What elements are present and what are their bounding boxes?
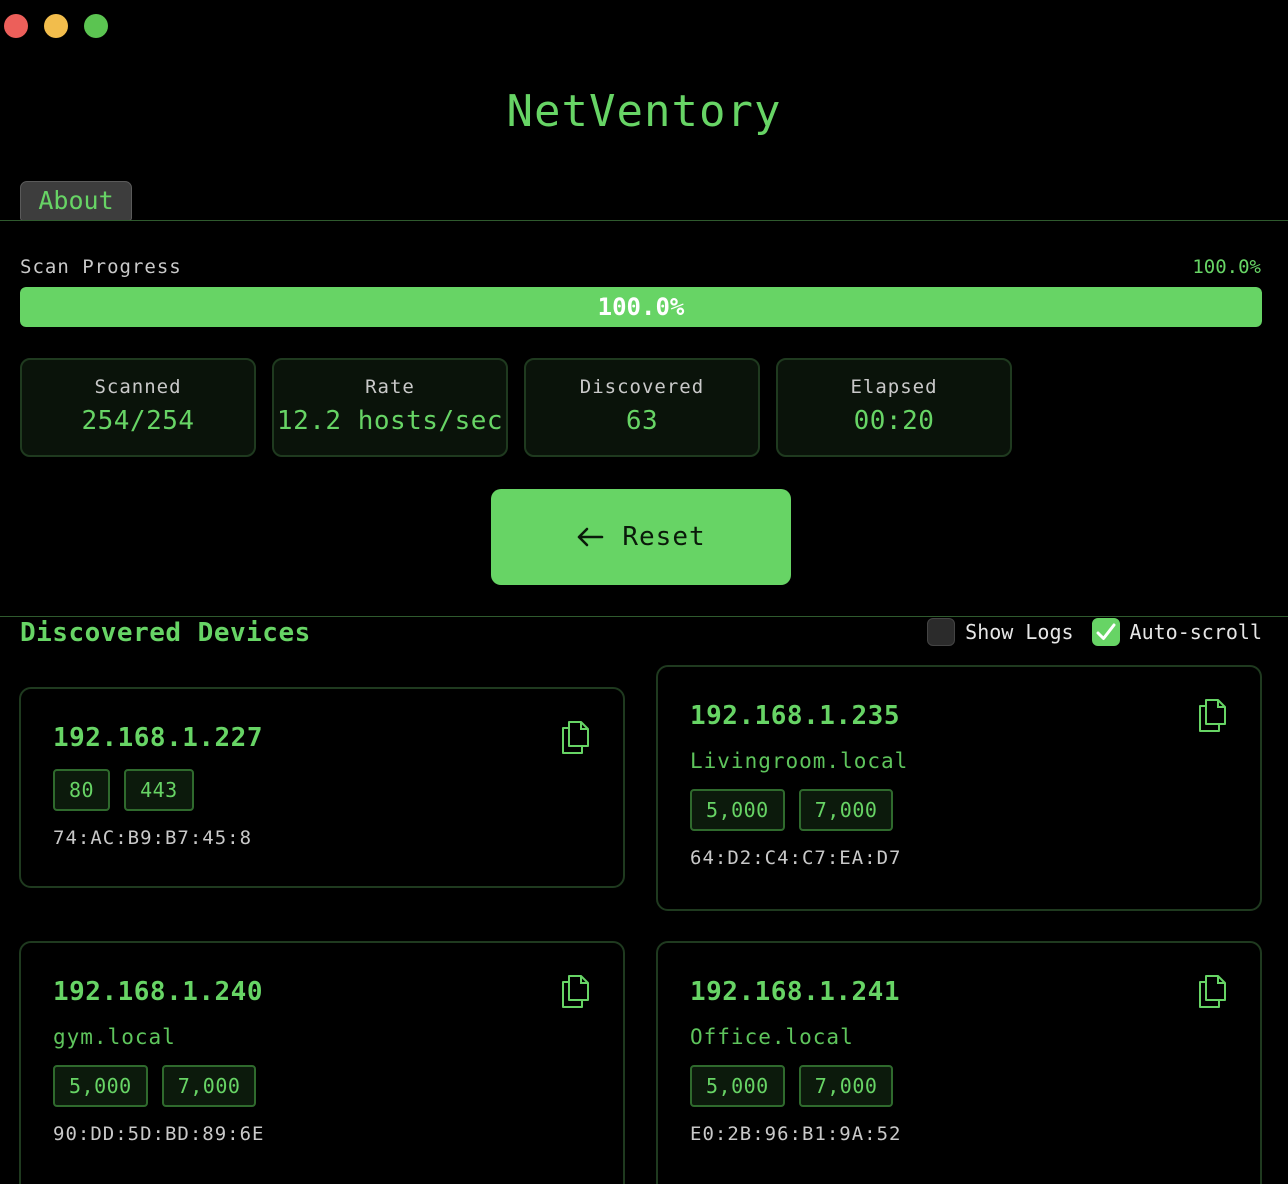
- view-options: Show Logs Auto-scroll: [927, 618, 1262, 646]
- progress-percent: 100.0%: [1192, 256, 1261, 278]
- maximize-window-button[interactable]: [84, 14, 108, 38]
- close-window-button[interactable]: [4, 14, 28, 38]
- copy-icon[interactable]: [1196, 973, 1228, 1009]
- device-ports: 5,000 7,000: [690, 789, 1228, 831]
- port-badge: 5,000: [690, 1065, 785, 1107]
- progress-bar: 100.0%: [20, 287, 1262, 327]
- stat-label: Scanned: [94, 376, 182, 398]
- device-ip: 192.168.1.241: [690, 977, 900, 1007]
- copy-icon[interactable]: [559, 719, 591, 755]
- stat-rate: Rate 12.2 hosts/sec: [272, 358, 508, 457]
- device-mac: 90:DD:5D:BD:89:6E: [53, 1123, 265, 1145]
- auto-scroll-label: Auto-scroll: [1129, 620, 1262, 644]
- stat-label: Discovered: [579, 376, 705, 398]
- show-logs-label: Show Logs: [965, 620, 1074, 644]
- devices-section-title: Discovered Devices: [20, 618, 311, 648]
- device-ports: 5,000 7,000: [690, 1065, 1228, 1107]
- device-ip: 192.168.1.240: [53, 977, 263, 1007]
- stat-label: Rate: [365, 376, 415, 398]
- device-card[interactable]: 192.168.1.241 Office.local 5,000 7,000 E…: [656, 941, 1262, 1184]
- port-badge: 5,000: [53, 1065, 148, 1107]
- device-hostname: Office.local: [690, 1025, 854, 1049]
- port-badge: 5,000: [690, 789, 785, 831]
- port-badge: 443: [124, 769, 194, 811]
- port-badge: 7,000: [161, 1065, 257, 1107]
- reset-button-label: Reset: [622, 522, 706, 552]
- device-mac: 64:D2:C4:C7:EA:D7: [690, 847, 902, 869]
- stat-label: Elapsed: [850, 376, 938, 398]
- stat-value: 00:20: [853, 406, 935, 436]
- app-window: NetVentory About Scan Progress 100.0% 10…: [0, 0, 1288, 1184]
- show-logs-toggle[interactable]: Show Logs: [927, 618, 1074, 646]
- device-mac: E0:2B:96:B1:9A:52: [690, 1123, 902, 1145]
- tab-about[interactable]: About: [20, 181, 132, 221]
- auto-scroll-checkbox[interactable]: [1091, 618, 1120, 646]
- stat-value: 254/254: [81, 406, 195, 436]
- stat-scanned: Scanned 254/254: [20, 358, 256, 457]
- device-hostname: Livingroom.local: [690, 749, 909, 773]
- device-card[interactable]: 192.168.1.227 80 443 74:AC:B9:B7:45:8: [19, 687, 625, 888]
- arrow-left-icon: [578, 527, 604, 547]
- stat-elapsed: Elapsed 00:20: [776, 358, 1012, 457]
- device-ports: 5,000 7,000: [53, 1065, 591, 1107]
- minimize-window-button[interactable]: [44, 14, 68, 38]
- progress-bar-text: 100.0%: [597, 293, 685, 321]
- device-hostname: gym.local: [53, 1025, 176, 1049]
- checkmark-icon: [1096, 623, 1116, 640]
- device-card[interactable]: 192.168.1.240 gym.local 5,000 7,000 90:D…: [19, 941, 625, 1184]
- stat-value: 63: [625, 406, 659, 436]
- port-badge: 7,000: [798, 789, 894, 831]
- device-ip: 192.168.1.227: [53, 723, 263, 753]
- copy-icon[interactable]: [559, 973, 591, 1009]
- stat-discovered: Discovered 63: [524, 358, 760, 457]
- port-badge: 80: [53, 769, 111, 811]
- window-controls: [4, 14, 108, 38]
- reset-button[interactable]: Reset: [491, 489, 791, 585]
- app-title: NetVentory: [506, 86, 782, 137]
- device-ip: 192.168.1.235: [690, 701, 900, 731]
- port-badge: 7,000: [798, 1065, 894, 1107]
- device-card[interactable]: 192.168.1.235 Livingroom.local 5,000 7,0…: [656, 665, 1262, 911]
- progress-label: Scan Progress: [20, 256, 182, 278]
- device-ports: 80 443: [53, 769, 591, 811]
- copy-icon[interactable]: [1196, 697, 1228, 733]
- device-mac: 74:AC:B9:B7:45:8: [53, 827, 253, 849]
- show-logs-checkbox[interactable]: [927, 618, 956, 646]
- stat-value: 12.2 hosts/sec: [276, 406, 504, 436]
- auto-scroll-toggle[interactable]: Auto-scroll: [1091, 618, 1262, 646]
- stats-row: Scanned 254/254 Rate 12.2 hosts/sec Disc…: [20, 358, 1012, 457]
